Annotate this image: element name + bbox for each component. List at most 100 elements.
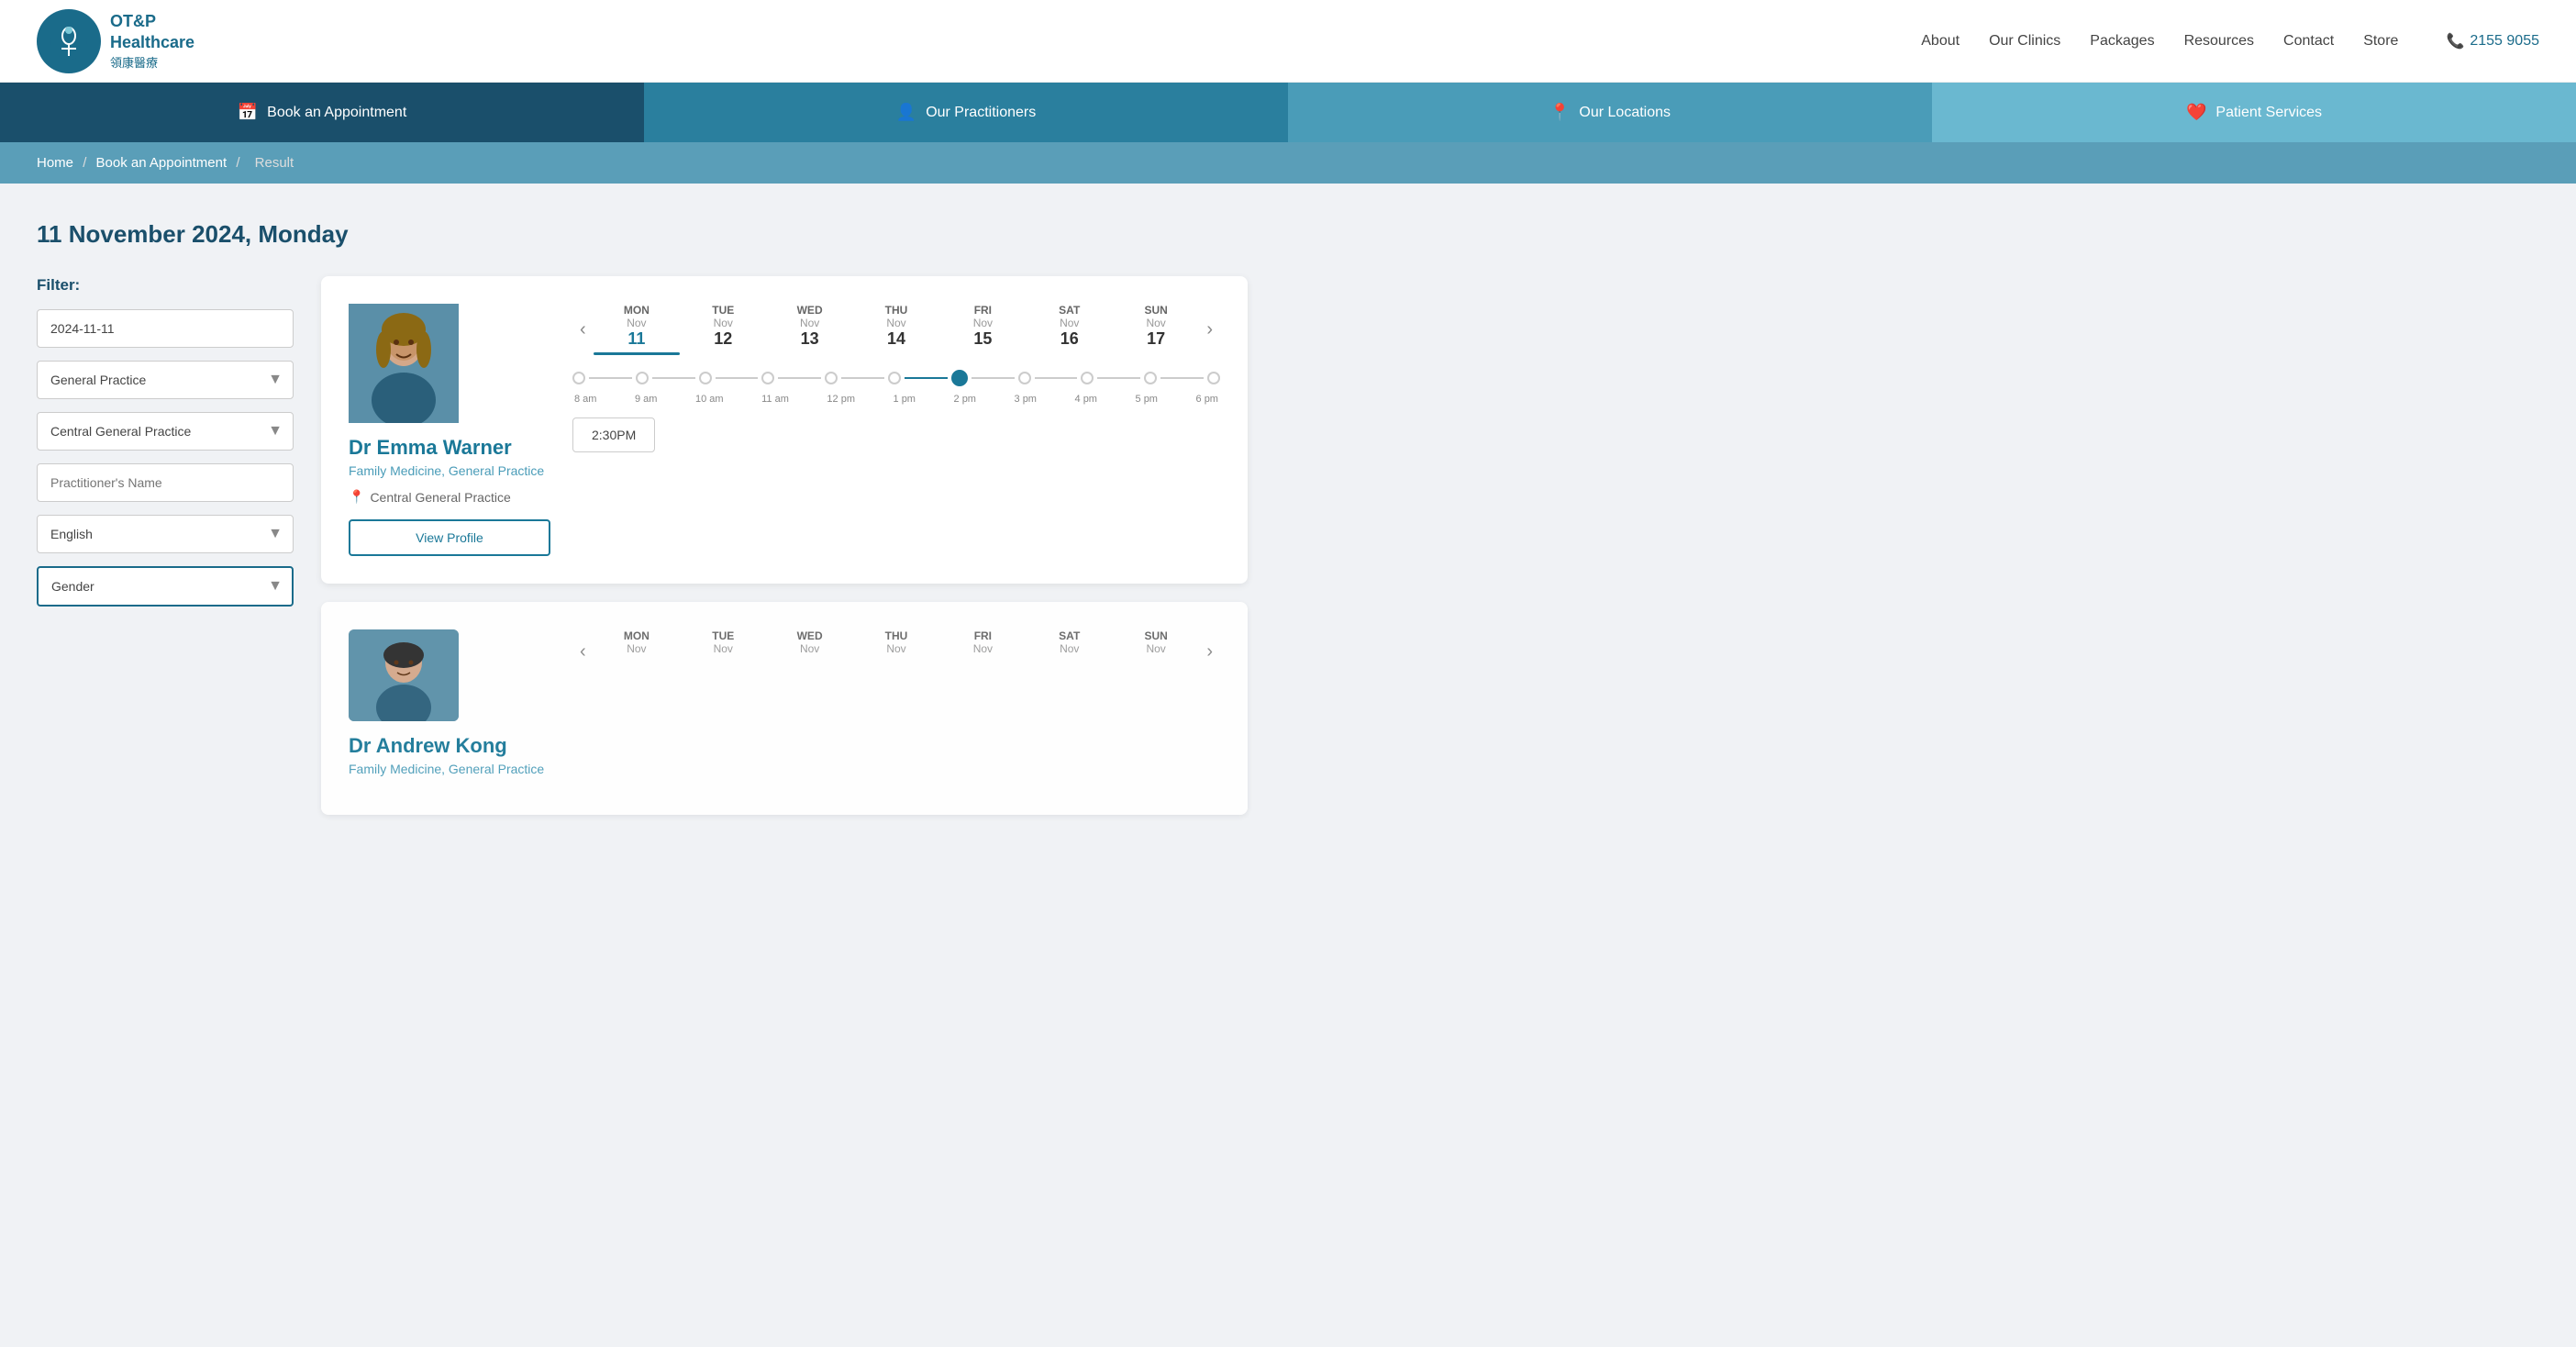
person-icon: 👤: [896, 103, 916, 122]
doctor-location-0: 📍 Central General Practice: [349, 489, 550, 505]
cal-day-0-2[interactable]: WED Nov 13: [766, 304, 852, 355]
gender-select[interactable]: Gender: [37, 566, 294, 607]
time-dot-0-3[interactable]: [761, 372, 774, 384]
top-navigation: OT&P Healthcare 領康醫療 About Our Clinics P…: [0, 0, 2576, 83]
nav-clinics[interactable]: Our Clinics: [1989, 33, 2060, 50]
nav-packages[interactable]: Packages: [2090, 33, 2154, 50]
subnav-book-label: Book an Appointment: [267, 105, 406, 121]
calendar-prev-0[interactable]: ‹: [572, 319, 594, 340]
cal-day-0-6[interactable]: SUN Nov 17: [1113, 304, 1199, 355]
time-line-0-4: [841, 377, 884, 379]
location-icon: 📍: [1549, 103, 1570, 122]
time-dot-0-0[interactable]: [572, 372, 585, 384]
sub-navigation: 📅 Book an Appointment 👤 Our Practitioner…: [0, 83, 2576, 142]
cal-day-1-4[interactable]: FRI Nov: [939, 629, 1026, 674]
doctor-photo-0: [349, 304, 459, 423]
subnav-practitioners-label: Our Practitioners: [926, 105, 1036, 121]
time-dot-0-1[interactable]: [636, 372, 649, 384]
time-line-0-2: [716, 377, 759, 379]
subnav-book-appointment[interactable]: 📅 Book an Appointment: [0, 83, 644, 142]
time-dot-0-9[interactable]: [1144, 372, 1157, 384]
breadcrumb-home[interactable]: Home: [37, 155, 73, 171]
time-slot-0[interactable]: 2:30PM: [572, 417, 655, 452]
time-dot-0-2[interactable]: [699, 372, 712, 384]
doctor-specialty-0: Family Medicine, General Practice: [349, 463, 550, 478]
logo-chinese: 領康醫療: [110, 53, 194, 71]
language-select[interactable]: English: [37, 515, 294, 553]
cal-day-1-3[interactable]: THU Nov: [853, 629, 939, 674]
cal-day-0-0[interactable]: MON Nov 11: [594, 304, 680, 355]
specialty-select-wrapper: General Practice ▼: [37, 361, 294, 399]
time-line-0-7: [1035, 377, 1078, 379]
time-line-0-0: [589, 377, 632, 379]
time-dot-0-active[interactable]: [951, 370, 968, 386]
cal-day-0-5[interactable]: SAT Nov 16: [1027, 304, 1113, 355]
calendar-next-1[interactable]: ›: [1199, 641, 1220, 662]
practitioner-name-input[interactable]: [37, 463, 294, 502]
subnav-services-label: Patient Services: [2215, 105, 2322, 121]
doctor-calendar-0: ‹ MON Nov 11 TUE Nov: [572, 304, 1220, 556]
time-line-0-3: [778, 377, 821, 379]
doctor-card-1: Dr Andrew Kong Family Medicine, General …: [321, 602, 1248, 815]
gender-select-wrapper: Gender ▼: [37, 566, 294, 607]
filter-panel: Filter: General Practice ▼ Central Gener…: [37, 276, 294, 833]
time-dot-0-8[interactable]: [1081, 372, 1094, 384]
breadcrumb-sep1: /: [83, 155, 90, 171]
subnav-locations[interactable]: 📍 Our Locations: [1288, 83, 1932, 142]
cal-day-1-1[interactable]: TUE Nov: [680, 629, 766, 674]
time-dot-0-7[interactable]: [1018, 372, 1031, 384]
time-line-0-8: [1097, 377, 1140, 379]
time-line-0-5-active: [905, 377, 948, 379]
subnav-patient-services[interactable]: ❤️ Patient Services: [1932, 83, 2576, 142]
time-dot-0-10[interactable]: [1207, 372, 1220, 384]
time-dot-0-4[interactable]: [825, 372, 838, 384]
doctor-specialty-1: Family Medicine, General Practice: [349, 762, 550, 776]
clinic-select-wrapper: Central General Practice ▼: [37, 412, 294, 451]
time-dot-0-5[interactable]: [888, 372, 901, 384]
doctor-calendar-1: ‹ MON Nov TUE Nov: [572, 629, 1220, 787]
logo-icon: [37, 9, 101, 73]
cal-day-0-4[interactable]: FRI Nov 15: [939, 304, 1026, 355]
breadcrumb-book[interactable]: Book an Appointment: [96, 155, 228, 171]
nav-links: About Our Clinics Packages Resources Con…: [1921, 32, 2539, 50]
clinic-select[interactable]: Central General Practice: [37, 412, 294, 451]
calendar-days-1: MON Nov TUE Nov WED: [594, 629, 1200, 674]
time-labels-0: 8 am 9 am 10 am 11 am 12 pm 1 pm 2 pm 3 …: [572, 394, 1220, 405]
doctor-left-1: Dr Andrew Kong Family Medicine, General …: [349, 629, 550, 787]
heart-icon: ❤️: [2186, 103, 2206, 122]
doctor-location-text-0: Central General Practice: [370, 490, 510, 505]
calendar-icon: 📅: [238, 103, 258, 122]
cal-day-1-6[interactable]: SUN Nov: [1113, 629, 1199, 674]
subnav-practitioners[interactable]: 👤 Our Practitioners: [644, 83, 1288, 142]
breadcrumb-sep2: /: [236, 155, 243, 171]
nav-contact[interactable]: Contact: [2283, 33, 2334, 50]
filter-title: Filter:: [37, 276, 294, 295]
cal-day-0-1[interactable]: TUE Nov 12: [680, 304, 766, 355]
calendar-prev-1[interactable]: ‹: [572, 641, 594, 662]
calendar-days-0: MON Nov 11 TUE Nov 12: [594, 304, 1200, 355]
doctor-card-0: Dr Emma Warner Family Medicine, General …: [321, 276, 1248, 584]
nav-resources[interactable]: Resources: [2184, 33, 2254, 50]
logo-name: OT&P: [110, 11, 194, 32]
logo[interactable]: OT&P Healthcare 領康醫療: [37, 9, 194, 73]
doctor-card-inner-1: Dr Andrew Kong Family Medicine, General …: [349, 629, 1220, 787]
cal-day-1-5[interactable]: SAT Nov: [1027, 629, 1113, 674]
date-input[interactable]: [37, 309, 294, 348]
breadcrumb: Home / Book an Appointment / Result: [0, 142, 2576, 184]
language-select-wrapper: English ▼: [37, 515, 294, 553]
phone-link[interactable]: 📞 2155 9055: [2446, 32, 2539, 50]
cal-day-1-2[interactable]: WED Nov: [766, 629, 852, 674]
cal-day-0-3[interactable]: THU Nov 14: [853, 304, 939, 355]
doctor-photo-1: [349, 629, 459, 721]
cal-day-1-0[interactable]: MON Nov: [594, 629, 680, 674]
view-profile-button-0[interactable]: View Profile: [349, 519, 550, 556]
nav-store[interactable]: Store: [2363, 33, 2398, 50]
calendar-next-0[interactable]: ›: [1199, 319, 1220, 340]
time-line-0-9: [1160, 377, 1204, 379]
time-line-0-6: [972, 377, 1015, 379]
logo-subtitle: Healthcare: [110, 32, 194, 53]
nav-about[interactable]: About: [1921, 33, 1960, 50]
subnav-locations-label: Our Locations: [1579, 105, 1671, 121]
location-pin-icon-0: 📍: [349, 489, 364, 505]
specialty-select[interactable]: General Practice: [37, 361, 294, 399]
